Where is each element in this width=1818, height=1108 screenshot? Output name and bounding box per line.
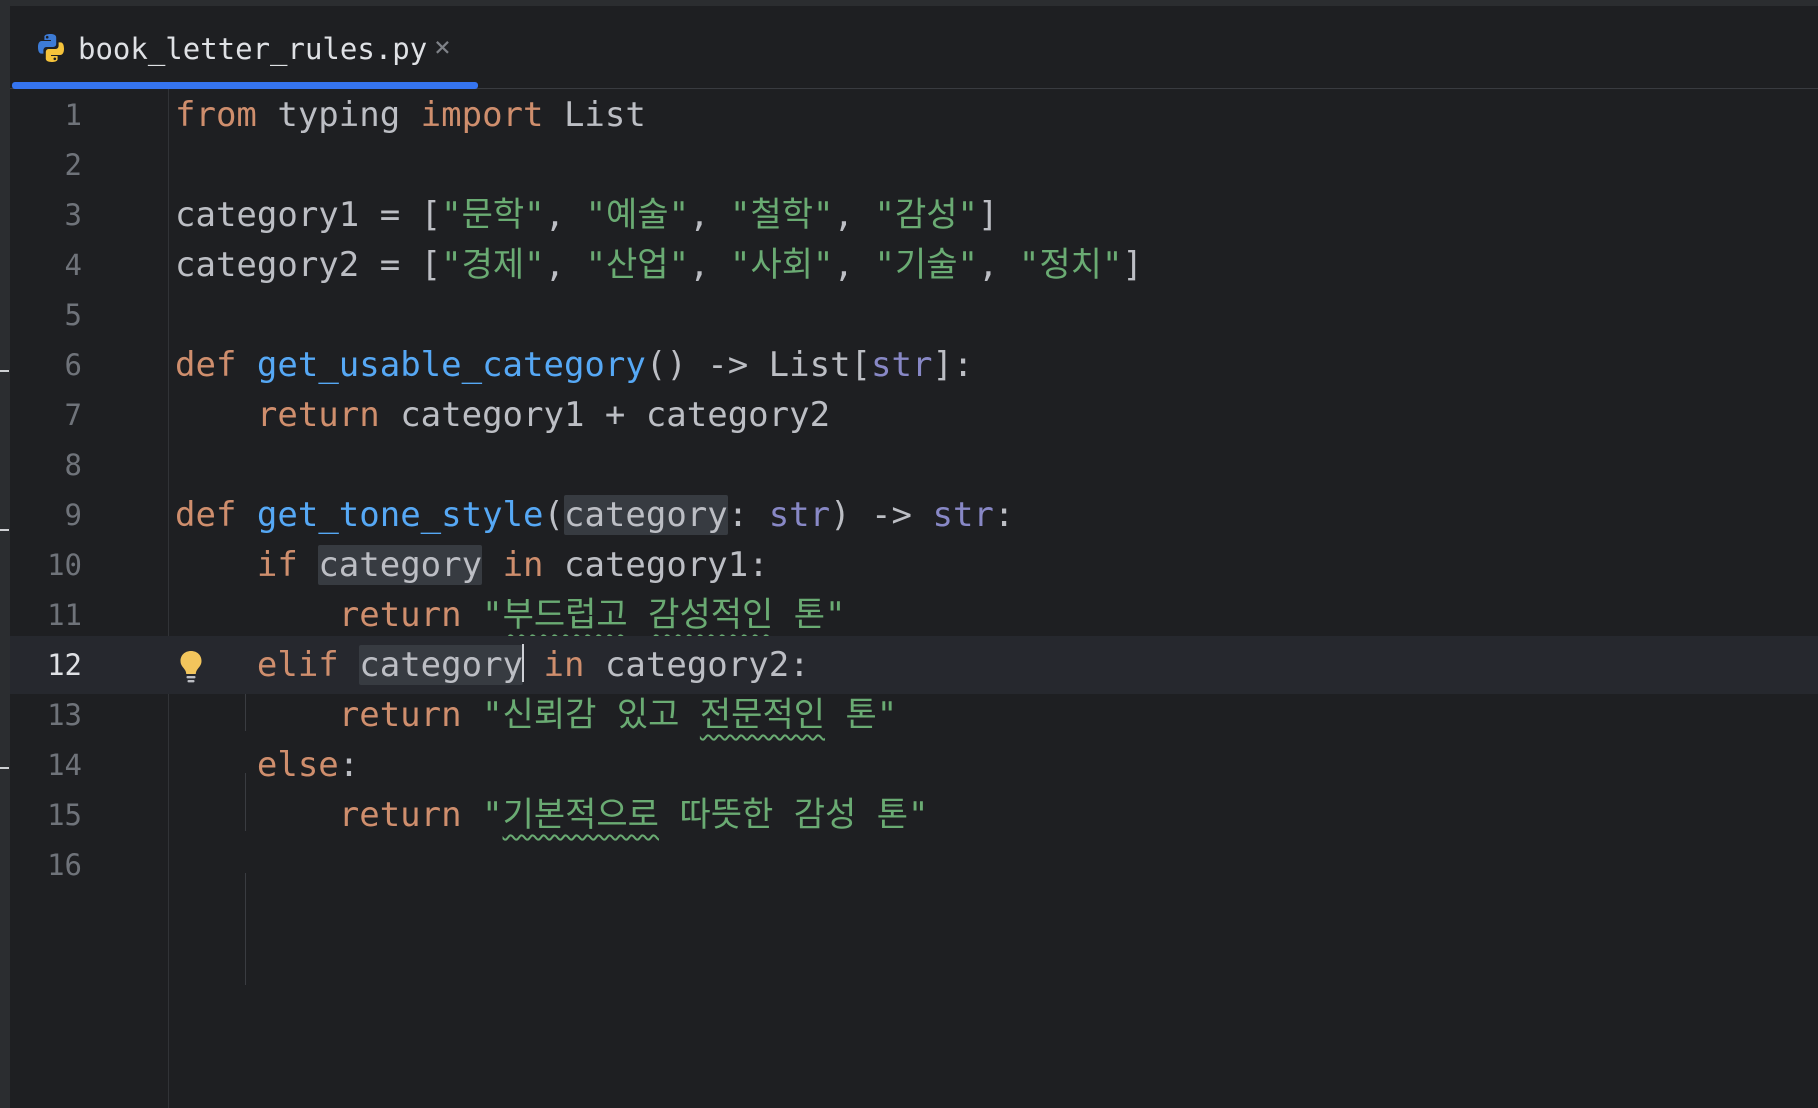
strip-marker bbox=[0, 767, 9, 769]
code-token: , bbox=[833, 195, 875, 235]
strip-marker bbox=[0, 529, 9, 531]
code-token: typing bbox=[256, 95, 421, 135]
code-token: , bbox=[544, 195, 586, 235]
ide-window: book_letter_rules.py × 1 from typing impo… bbox=[0, 0, 1818, 1108]
code-token: in bbox=[502, 545, 544, 585]
strip-marker bbox=[0, 370, 9, 372]
code-token: "예술" bbox=[585, 195, 690, 235]
code-token: : bbox=[727, 495, 769, 535]
line-number: 16 bbox=[47, 848, 82, 882]
python-file-icon bbox=[38, 34, 64, 62]
code-token: return bbox=[338, 595, 462, 635]
code-token: "신뢰감 있고 bbox=[482, 695, 700, 735]
code-token: str bbox=[768, 495, 831, 535]
close-icon[interactable]: × bbox=[434, 30, 451, 64]
lightbulb-icon[interactable] bbox=[178, 649, 204, 685]
code-token: return bbox=[256, 395, 380, 435]
code-token: "감성" bbox=[874, 195, 978, 235]
code-token: 전문적인 bbox=[699, 695, 826, 735]
code-token: def bbox=[175, 345, 237, 385]
code-line[interactable]: 16 bbox=[10, 836, 1818, 894]
code-token: : bbox=[993, 495, 1015, 535]
code-token: category bbox=[563, 495, 728, 535]
code-token: " bbox=[482, 795, 503, 835]
code-editor[interactable]: 1 from typing import List 2 3 category1 = ["… bbox=[10, 89, 1818, 1108]
code-token: str bbox=[932, 495, 994, 535]
code-token: : bbox=[338, 745, 360, 785]
editor-tab-bar: book_letter_rules.py × bbox=[10, 6, 1818, 89]
code-token: "사회" bbox=[730, 245, 834, 285]
code-token: category1: bbox=[543, 545, 769, 585]
code-token: , bbox=[689, 245, 731, 285]
code-token: "철학" bbox=[730, 195, 834, 235]
editor-tab[interactable]: book_letter_rules.py × bbox=[10, 6, 478, 89]
code-token: " bbox=[482, 595, 503, 635]
code-token: "경제" bbox=[441, 245, 545, 285]
code-token: ] bbox=[977, 195, 999, 235]
code-token: 톤" bbox=[773, 595, 846, 635]
code-token: , bbox=[544, 245, 586, 285]
tool-window-strip[interactable] bbox=[0, 0, 10, 1108]
code-token: return bbox=[338, 795, 462, 835]
code-token: , bbox=[833, 245, 875, 285]
code-token: get_tone_style bbox=[256, 495, 544, 535]
code-token: if bbox=[256, 545, 298, 585]
code-token: ) -> bbox=[830, 495, 933, 535]
code-token: category bbox=[318, 545, 483, 585]
code-token: category bbox=[359, 645, 524, 685]
code-token: def bbox=[175, 495, 237, 535]
code-token: category1 = [ bbox=[175, 195, 442, 235]
code-token: ] bbox=[1122, 245, 1143, 285]
code-token: elif bbox=[256, 645, 339, 685]
code-token: 따뜻한 감성 톤" bbox=[658, 795, 929, 835]
code-token: else bbox=[256, 745, 339, 785]
tab-filename: book_letter_rules.py bbox=[78, 32, 428, 66]
code-token: ]: bbox=[932, 345, 974, 385]
code-token: str bbox=[871, 345, 933, 385]
code-token: List bbox=[543, 95, 646, 135]
code-token: category2: bbox=[584, 645, 810, 685]
code-token: get_usable_category bbox=[256, 345, 646, 385]
code-token: "산업" bbox=[585, 245, 690, 285]
code-token: () -> List[ bbox=[645, 345, 872, 385]
code-token: "정치" bbox=[1018, 245, 1123, 285]
code-token: from bbox=[175, 95, 257, 135]
code-token: ( bbox=[543, 495, 564, 535]
code-token: category2 = [ bbox=[175, 245, 442, 285]
code-token: 감성적인 bbox=[648, 595, 774, 635]
code-token: "기술" bbox=[874, 245, 978, 285]
code-token: 부드럽고 bbox=[502, 595, 628, 635]
code-token: import bbox=[420, 95, 544, 135]
code-token: , bbox=[689, 195, 731, 235]
code-token: , bbox=[977, 245, 1019, 285]
code-token: category1 + category2 bbox=[379, 395, 831, 435]
code-token: return bbox=[338, 695, 462, 735]
code-token: 기본적으로 bbox=[502, 795, 659, 835]
code-token: "문학" bbox=[441, 195, 545, 235]
code-token: 톤" bbox=[825, 695, 898, 735]
code-token: in bbox=[543, 645, 585, 685]
